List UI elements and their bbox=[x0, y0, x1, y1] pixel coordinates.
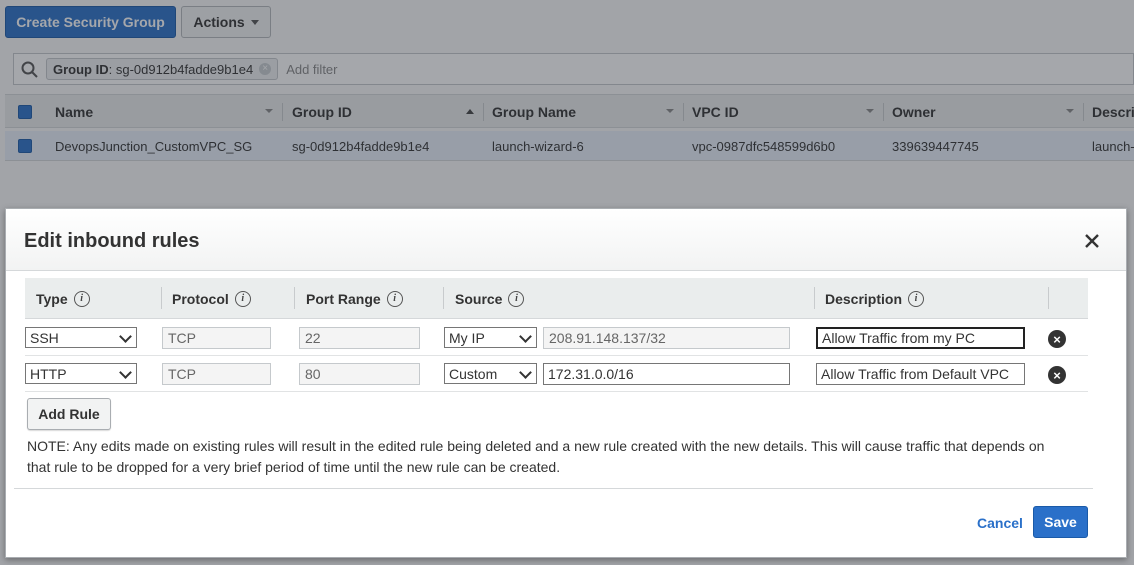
edit-inbound-rules-dialog: Edit inbound rules Type i Protocol i Port … bbox=[5, 208, 1127, 558]
header-type: Type i bbox=[36, 278, 90, 319]
edit-note: NOTE: Any edits made on existing rules w… bbox=[27, 438, 1045, 475]
delete-rule-icon[interactable]: × bbox=[1048, 330, 1066, 348]
description-input[interactable]: Allow Traffic from my PC bbox=[816, 327, 1025, 349]
source-type-select[interactable]: Custom bbox=[444, 363, 537, 384]
add-rule-label: Add Rule bbox=[38, 406, 100, 422]
chevron-down-icon bbox=[519, 366, 532, 379]
dialog-title: Edit inbound rules bbox=[24, 230, 200, 252]
save-button[interactable]: Save bbox=[1033, 506, 1088, 538]
type-select[interactable]: SSH bbox=[25, 327, 137, 348]
chevron-down-icon bbox=[119, 330, 132, 343]
footer-divider bbox=[14, 488, 1093, 489]
rule-row: HTTP TCP 80 Custom 172.31.0.0/16 Allow T… bbox=[25, 356, 1088, 392]
close-icon[interactable] bbox=[1082, 231, 1102, 251]
info-icon[interactable]: i bbox=[73, 290, 90, 307]
description-input[interactable]: Allow Traffic from Default VPC bbox=[816, 363, 1025, 385]
dialog-header: Edit inbound rules bbox=[6, 209, 1126, 271]
source-value-input[interactable]: 172.31.0.0/16 bbox=[543, 363, 790, 385]
port-range-field: 22 bbox=[299, 327, 420, 349]
info-icon[interactable]: i bbox=[386, 290, 403, 307]
info-icon[interactable]: i bbox=[234, 290, 251, 307]
protocol-field: TCP bbox=[162, 327, 271, 349]
info-icon[interactable]: i bbox=[908, 290, 925, 307]
rules-header: Type i Protocol i Port Range i Source i Desc… bbox=[25, 278, 1088, 319]
port-range-field: 80 bbox=[299, 363, 420, 385]
chevron-down-icon bbox=[519, 330, 532, 343]
add-rule-button[interactable]: Add Rule bbox=[27, 398, 111, 430]
delete-rule-icon[interactable]: × bbox=[1048, 366, 1066, 384]
cancel-button[interactable]: Cancel bbox=[977, 515, 1023, 531]
chevron-down-icon bbox=[119, 366, 132, 379]
info-icon[interactable]: i bbox=[508, 290, 525, 307]
protocol-field: TCP bbox=[162, 363, 271, 385]
type-select[interactable]: HTTP bbox=[25, 363, 137, 384]
header-source: Source i bbox=[455, 278, 525, 319]
header-protocol: Protocol i bbox=[172, 278, 251, 319]
source-type-select[interactable]: My IP bbox=[444, 327, 537, 348]
save-label: Save bbox=[1044, 514, 1077, 530]
header-description: Description i bbox=[825, 278, 925, 319]
header-port-range: Port Range i bbox=[306, 278, 403, 319]
rule-row: SSH TCP 22 My IP 208.91.148.137/32 Allow… bbox=[25, 320, 1088, 356]
source-value-field[interactable]: 208.91.148.137/32 bbox=[543, 327, 790, 349]
